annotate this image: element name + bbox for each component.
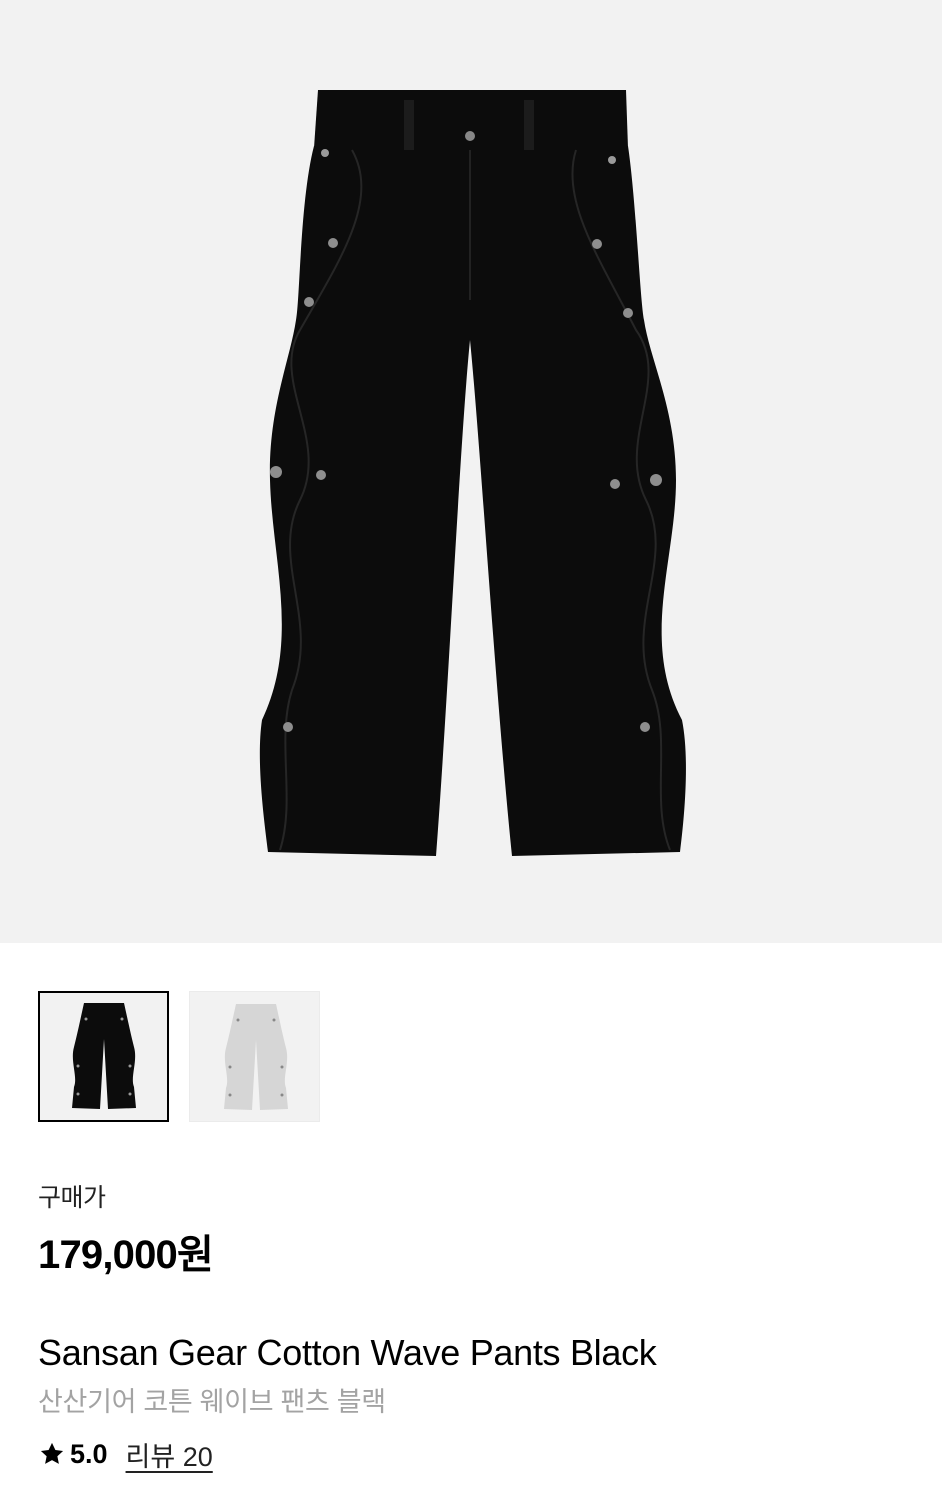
thumbnail-black[interactable] (38, 991, 169, 1122)
product-name-en: Sansan Gear Cotton Wave Pants Black (38, 1332, 657, 1373)
thumbnail-gray[interactable] (189, 991, 320, 1122)
rating-score: 5.0 (70, 1438, 108, 1469)
thumbnail-list (38, 991, 320, 1122)
pants-image (259, 90, 686, 856)
product-name-ko: 산산기어 코튼 웨이브 팬츠 블랙 (38, 1387, 386, 1417)
price-label: 구매가 (38, 1184, 106, 1212)
product-main-image[interactable] (0, 0, 942, 943)
review-count-link[interactable]: 리뷰 20 (126, 1435, 213, 1474)
pants-thumbnail-black (72, 1003, 136, 1109)
product-price: 179,000원 (38, 1233, 214, 1277)
pants-thumbnail-gray (224, 1004, 288, 1110)
star-icon (38, 1440, 66, 1468)
rating-row: 5.0 리뷰 20 (38, 1436, 213, 1472)
